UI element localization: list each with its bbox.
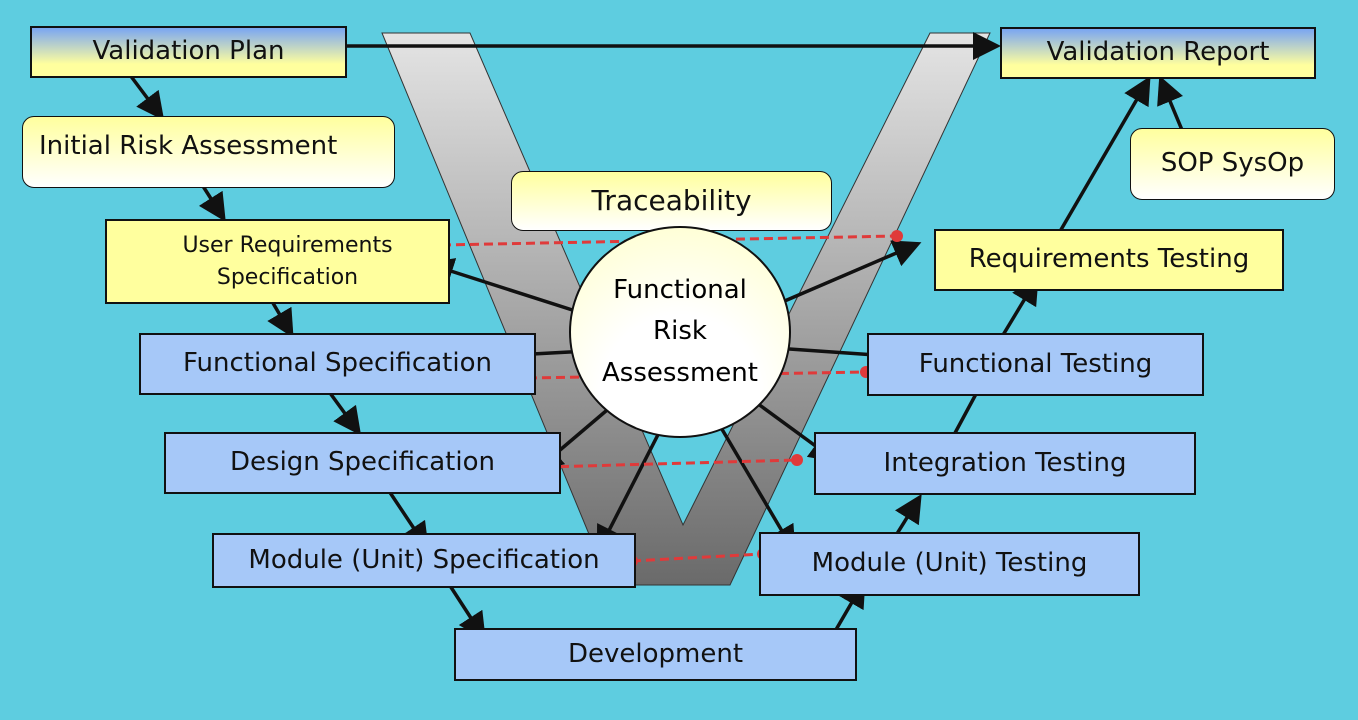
design-spec-label: Design Specification xyxy=(230,447,495,478)
module-testing-label: Module (Unit) Testing xyxy=(811,548,1088,579)
sop-label: SOP SysOp xyxy=(1160,148,1305,179)
functional-risk-assessment-circle: Functional Risk Assessment xyxy=(569,226,791,438)
fra-line3: Assessment xyxy=(602,357,758,388)
requirements-testing-label: Requirements Testing xyxy=(968,244,1250,275)
module-spec-label: Module (Unit) Specification xyxy=(248,544,600,575)
requirements-testing-box: Requirements Testing xyxy=(934,229,1284,291)
traceability-box: Traceability xyxy=(511,171,832,231)
arrow-plan-to-risk xyxy=(128,73,165,121)
fra-line2: Risk xyxy=(653,316,707,347)
integration-testing-box: Integration Testing xyxy=(814,432,1196,495)
trace-dot xyxy=(791,454,803,466)
initial-risk-label: Initial Risk Assessment xyxy=(39,131,338,162)
module-spec-box: Module (Unit) Specification xyxy=(212,533,636,588)
integration-testing-label: Integration Testing xyxy=(883,447,1127,478)
urs-box: User Requirements Specification xyxy=(105,219,450,304)
functional-spec-box: Functional Specification xyxy=(139,333,536,395)
trace-dot xyxy=(891,230,903,242)
fra-line1: Functional xyxy=(613,274,747,305)
design-spec-box: Design Specification xyxy=(164,432,561,494)
development-box: Development xyxy=(454,628,857,681)
module-testing-box: Module (Unit) Testing xyxy=(759,532,1140,596)
validation-plan-label: Validation Plan xyxy=(92,36,285,67)
development-label: Development xyxy=(567,638,744,669)
arrow-sop-to-report xyxy=(1157,75,1184,131)
validation-report-label: Validation Report xyxy=(1046,37,1270,68)
functional-testing-box: Functional Testing xyxy=(867,333,1204,396)
validation-plan-box: Validation Plan xyxy=(30,26,347,78)
urs-label-line2: Specification xyxy=(216,264,359,290)
initial-risk-box: Initial Risk Assessment xyxy=(22,116,395,188)
sop-box: SOP SysOp xyxy=(1130,128,1335,200)
validation-report-box: Validation Report xyxy=(1000,27,1316,79)
traceability-label: Traceability xyxy=(591,183,752,217)
functional-spec-label: Functional Specification xyxy=(183,348,492,379)
functional-testing-label: Functional Testing xyxy=(918,348,1153,379)
urs-label-line1: User Requirements xyxy=(182,232,393,258)
